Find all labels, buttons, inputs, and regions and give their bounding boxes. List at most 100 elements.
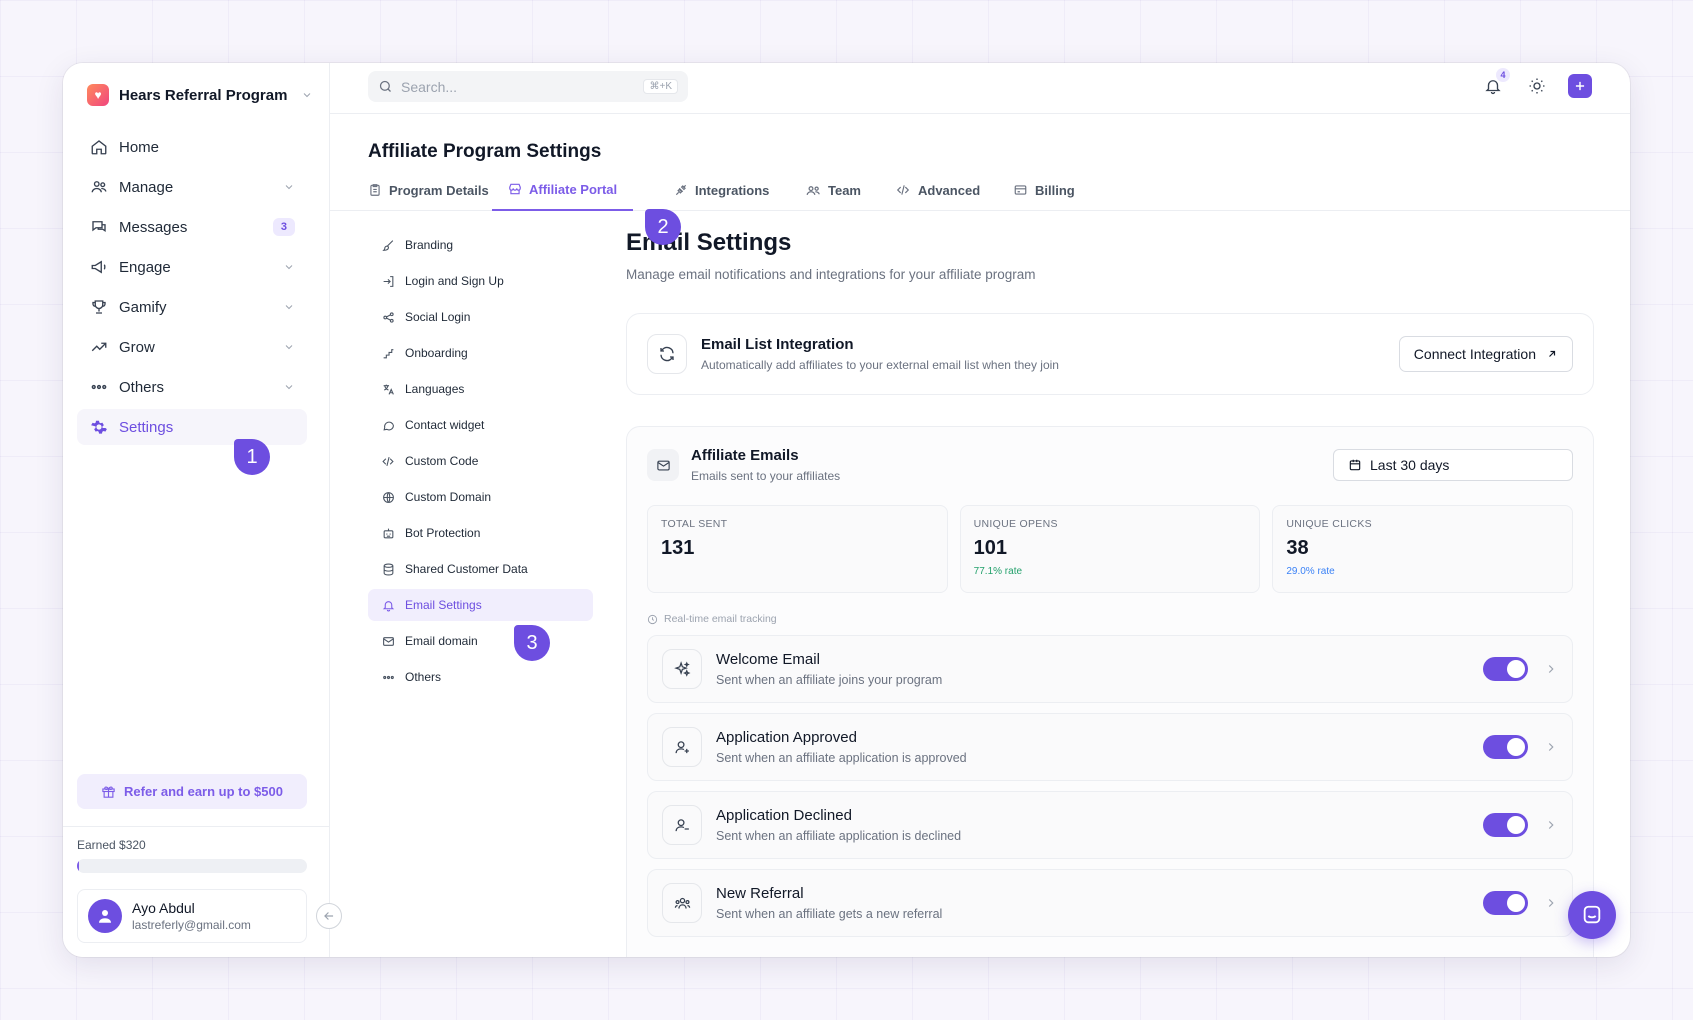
subnav-item-social-login[interactable]: Social Login bbox=[368, 301, 593, 333]
brand-logo-icon: ♥ bbox=[87, 84, 109, 106]
sparkles-icon bbox=[662, 649, 702, 689]
chevron-right-icon[interactable] bbox=[1544, 818, 1558, 832]
subnav-label: Email domain bbox=[405, 634, 478, 648]
subnav-item-login[interactable]: Login and Sign Up bbox=[368, 265, 593, 297]
create-new-button[interactable] bbox=[1568, 74, 1592, 98]
globe-icon bbox=[380, 491, 396, 504]
sidebar-nav: Home Manage Messages 3 Engage Gamify Gro… bbox=[77, 129, 307, 449]
email-row-new-referral[interactable]: New Referral Sent when an affiliate gets… bbox=[647, 869, 1573, 937]
sidebar-item-messages[interactable]: Messages 3 bbox=[77, 209, 307, 245]
integration-desc: Automatically add affiliates to your ext… bbox=[701, 358, 1059, 372]
chevron-right-icon[interactable] bbox=[1544, 662, 1558, 676]
subnav-label: Onboarding bbox=[405, 346, 468, 360]
subnav-item-contact-widget[interactable]: Contact widget bbox=[368, 409, 593, 441]
stat-value: 38 bbox=[1286, 537, 1309, 559]
notifications-button[interactable]: 4 bbox=[1480, 68, 1510, 99]
clipboard-icon bbox=[368, 183, 382, 197]
refer-and-earn-button[interactable]: Refer and earn up to $500 bbox=[77, 774, 307, 809]
subnav-item-others[interactable]: Others bbox=[368, 661, 593, 693]
application-approved-toggle[interactable] bbox=[1483, 735, 1528, 759]
tab-advanced[interactable]: Advanced bbox=[895, 169, 980, 211]
sidebar-item-settings[interactable]: Settings bbox=[77, 409, 307, 445]
message-circle-icon bbox=[380, 419, 396, 432]
more-horizontal-icon bbox=[380, 671, 396, 684]
chevron-down-icon bbox=[301, 89, 313, 101]
date-range-picker[interactable]: Last 30 days bbox=[1333, 449, 1573, 481]
workspace-switcher[interactable]: ♥ Hears Referral Program bbox=[87, 81, 313, 109]
email-row-application-declined[interactable]: Application Declined Sent when an affili… bbox=[647, 791, 1573, 859]
subnav-item-onboarding[interactable]: Onboarding bbox=[368, 337, 593, 369]
bell-icon bbox=[380, 599, 396, 612]
subnav-item-bot-protection[interactable]: Bot Protection bbox=[368, 517, 593, 549]
subnav-item-custom-code[interactable]: Custom Code bbox=[368, 445, 593, 477]
sidebar-item-gamify[interactable]: Gamify bbox=[77, 289, 307, 325]
subnav-label: Branding bbox=[405, 238, 454, 252]
stat-unique-clicks: UNIQUE CLICKS 38 29.0% rate bbox=[1272, 505, 1574, 593]
sidebar-item-grow[interactable]: Grow bbox=[77, 329, 307, 365]
user-email: lastreferly@gmail.com bbox=[132, 918, 251, 932]
user-profile-card[interactable]: Ayo Abdul lastreferly@gmail.com bbox=[77, 889, 307, 943]
tab-label: Program Details bbox=[389, 182, 489, 198]
chevron-right-icon[interactable] bbox=[1544, 896, 1558, 910]
section-subtitle: Manage email notifications and integrati… bbox=[626, 267, 1036, 282]
email-row-welcome[interactable]: Welcome Email Sent when an affiliate joi… bbox=[647, 635, 1573, 703]
tab-team[interactable]: Team bbox=[806, 169, 861, 211]
subnav-item-email-settings[interactable]: Email Settings bbox=[368, 589, 593, 621]
chevron-down-icon bbox=[283, 181, 295, 193]
subnav-label: Others bbox=[405, 670, 442, 684]
subnav-label: Login and Sign Up bbox=[405, 274, 504, 288]
connect-integration-button[interactable]: Connect Integration bbox=[1398, 336, 1573, 372]
stat-rate: 77.1% rate bbox=[973, 566, 1023, 577]
chevron-right-icon[interactable] bbox=[1544, 740, 1558, 754]
translate-icon bbox=[380, 383, 396, 396]
email-row-desc: Sent when an affiliate gets a new referr… bbox=[716, 907, 943, 921]
page-title: Affiliate Program Settings bbox=[368, 141, 602, 162]
subnav-item-email-domain[interactable]: Email domain bbox=[368, 625, 593, 657]
tab-affiliate-portal[interactable]: Affiliate Portal bbox=[492, 169, 634, 211]
subnav-label: Contact widget bbox=[405, 418, 485, 432]
collapse-sidebar-button[interactable] bbox=[316, 903, 342, 929]
user-icon bbox=[99, 910, 111, 923]
stat-rate: 29.0% rate bbox=[1286, 566, 1335, 577]
affiliate-emails-title: Affiliate Emails bbox=[691, 447, 799, 464]
search-input[interactable] bbox=[401, 78, 636, 95]
users-icon bbox=[662, 883, 702, 923]
search-bar[interactable]: ⌘+K bbox=[368, 71, 688, 102]
new-referral-toggle[interactable] bbox=[1483, 891, 1528, 915]
step-marker-1: 1 bbox=[234, 439, 270, 475]
search-icon bbox=[378, 79, 393, 94]
subnav-item-custom-domain[interactable]: Custom Domain bbox=[368, 481, 593, 513]
trending-up-icon bbox=[89, 337, 109, 357]
welcome-email-toggle[interactable] bbox=[1483, 657, 1528, 681]
theme-toggle-button[interactable] bbox=[1524, 73, 1550, 99]
users-icon bbox=[89, 177, 109, 197]
tab-integrations[interactable]: Integrations bbox=[674, 169, 769, 211]
earned-progress-bar bbox=[77, 859, 307, 873]
chevron-down-icon bbox=[283, 261, 295, 273]
stat-unique-opens: UNIQUE OPENS 101 77.1% rate bbox=[959, 505, 1261, 593]
sidebar-item-home[interactable]: Home bbox=[77, 129, 307, 165]
user-plus-icon bbox=[662, 727, 702, 767]
application-declined-toggle[interactable] bbox=[1483, 813, 1528, 837]
support-chat-button[interactable] bbox=[1568, 891, 1616, 939]
sun-icon bbox=[1529, 78, 1545, 94]
email-row-application-approved[interactable]: Application Approved Sent when an affili… bbox=[647, 713, 1573, 781]
sidebar-item-manage[interactable]: Manage bbox=[77, 169, 307, 205]
tab-program-details[interactable]: Program Details bbox=[368, 169, 489, 211]
bot-icon bbox=[380, 527, 396, 540]
code-icon bbox=[380, 455, 396, 468]
subnav-item-branding[interactable]: Branding bbox=[368, 229, 593, 261]
email-settings-panel: Email Settings Manage email notification… bbox=[626, 229, 1594, 957]
trophy-icon bbox=[89, 297, 109, 317]
sidebar-item-others[interactable]: Others bbox=[77, 369, 307, 405]
database-icon bbox=[380, 563, 396, 576]
subnav-item-shared-customer-data[interactable]: Shared Customer Data bbox=[368, 553, 593, 585]
team-icon bbox=[806, 183, 821, 198]
notification-count-badge: 4 bbox=[1496, 68, 1510, 82]
sidebar-item-engage[interactable]: Engage bbox=[77, 249, 307, 285]
user-name: Ayo Abdul bbox=[132, 900, 195, 916]
subnav-item-languages[interactable]: Languages bbox=[368, 373, 593, 405]
integration-title: Email List Integration bbox=[701, 336, 854, 353]
tab-billing[interactable]: Billing bbox=[1013, 169, 1075, 211]
refer-label: Refer and earn up to $500 bbox=[124, 784, 283, 799]
